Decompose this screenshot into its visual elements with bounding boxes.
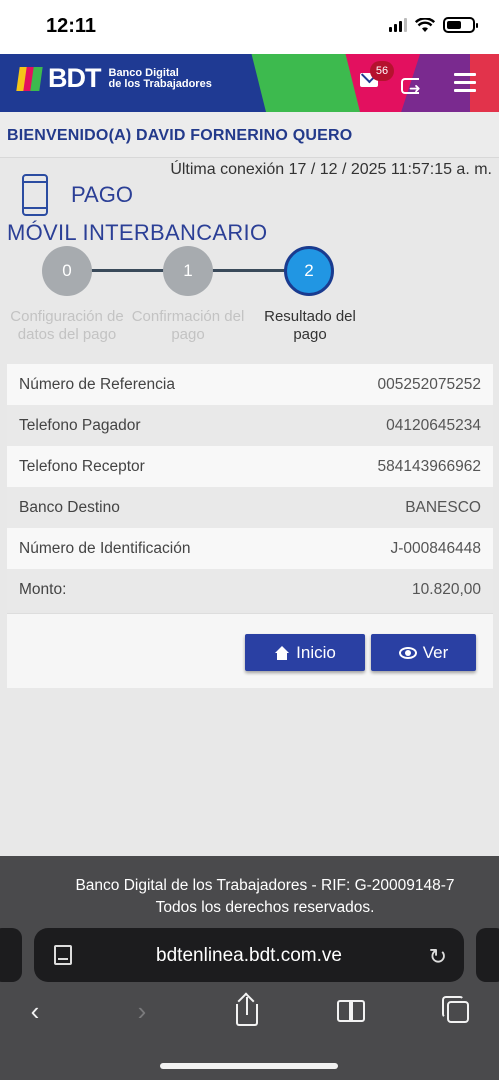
menu-icon[interactable] — [454, 73, 476, 97]
detail-label: Telefono Pagador — [19, 416, 141, 434]
table-row: Número de Identificación J-000846448 — [7, 528, 493, 569]
table-row: Telefono Receptor 584143966962 — [7, 446, 493, 487]
brand-subtitle: Banco Digital de los Trabajadores — [105, 66, 212, 90]
wifi-icon — [415, 17, 435, 32]
step-1-label: Confirmación del pago — [131, 308, 245, 343]
step-2-label: Resultado del pago — [264, 308, 356, 343]
bookmarks-icon[interactable] — [337, 1000, 367, 1022]
payment-details-table: Número de Referencia 005252075252 Telefo… — [7, 364, 493, 610]
step-0-indicator: 0 — [42, 246, 92, 296]
footer-line2: Todos los derechos reservados. — [155, 899, 375, 916]
page-subtitle: MÓVIL INTERBANCARIO — [7, 220, 268, 245]
table-row: Banco Destino BANESCO — [7, 487, 493, 528]
action-panel: Inicio Ver — [7, 613, 493, 688]
bdt-logo[interactable]: BDT Banco Digital de los Trabajadores — [16, 63, 212, 93]
welcome-text: BIENVENIDO(A) DAVID FORNERINO QUERO — [7, 127, 353, 144]
detail-label: Monto: — [19, 580, 67, 598]
home-button-label: Inicio — [296, 642, 336, 662]
status-time: 12:11 — [46, 15, 97, 37]
status-icons — [389, 17, 478, 33]
tabs-icon[interactable] — [447, 1001, 469, 1023]
cellular-signal-icon — [389, 18, 407, 32]
detail-value: 005252075252 — [377, 375, 481, 393]
footer-line1: Banco Digital de los Trabajadores - RIF:… — [75, 877, 455, 894]
step-2-indicator: 2 — [284, 246, 334, 296]
step-1-indicator: 1 — [163, 246, 213, 296]
welcome-bar: BIENVENIDO(A) DAVID FORNERINO QUERO — [0, 112, 499, 158]
back-icon[interactable]: ‹ — [15, 996, 55, 1027]
detail-value: 10.820,00 — [412, 580, 481, 598]
brand-subtitle-line2: de los Trabajadores — [108, 77, 212, 90]
previous-tab-peek[interactable] — [0, 928, 22, 982]
url-text: bdtenlinea.bdt.com.ve — [156, 945, 342, 966]
forward-icon[interactable]: › — [122, 996, 162, 1027]
mobile-phone-icon — [22, 174, 48, 216]
detail-value: 584143966962 — [377, 457, 481, 475]
detail-value: 04120645234 — [386, 416, 481, 434]
status-bar: 12:11 — [0, 0, 499, 54]
table-row: Telefono Pagador 04120645234 — [7, 405, 493, 446]
reload-icon[interactable]: ↻ — [429, 944, 447, 970]
step-0-label: Configuración de datos del pago — [10, 308, 124, 343]
view-button-label: Ver — [422, 642, 449, 662]
brand-name: BDT — [48, 63, 101, 93]
brand-subtitle-line1: Banco Digital — [108, 66, 179, 79]
detail-value: J-000846448 — [390, 539, 482, 557]
next-tab-peek[interactable] — [476, 928, 499, 982]
logo-mark-icon — [16, 66, 44, 91]
home-button[interactable]: Inicio — [245, 634, 365, 671]
detail-value: BANESCO — [405, 498, 481, 516]
detail-label: Telefono Receptor — [19, 457, 145, 475]
table-row: Monto: 10.820,00 — [7, 569, 493, 610]
detail-label: Número de Referencia — [19, 375, 175, 393]
last-connection: Última conexión 17 / 12 / 2025 11:57:15 … — [170, 161, 492, 178]
view-button[interactable]: Ver — [371, 634, 476, 671]
app-header: BDT Banco Digital de los Trabajadores 56… — [0, 54, 499, 112]
footer-text: Banco Digital de los Trabajadores - RIF:… — [0, 875, 499, 919]
table-row: Número de Referencia 005252075252 — [7, 364, 493, 405]
page-title: PAGO — [71, 182, 133, 207]
home-icon — [274, 645, 290, 660]
battery-icon — [443, 17, 478, 33]
detail-label: Banco Destino — [19, 498, 120, 516]
eye-icon — [398, 646, 417, 659]
mail-count-badge: 56 — [370, 61, 394, 81]
detail-label: Número de Identificación — [19, 539, 191, 557]
address-bar[interactable]: bdtenlinea.bdt.com.ve ↻ — [34, 928, 464, 982]
home-indicator[interactable] — [160, 1063, 338, 1069]
logout-arrow-icon: ➜ — [409, 80, 421, 96]
